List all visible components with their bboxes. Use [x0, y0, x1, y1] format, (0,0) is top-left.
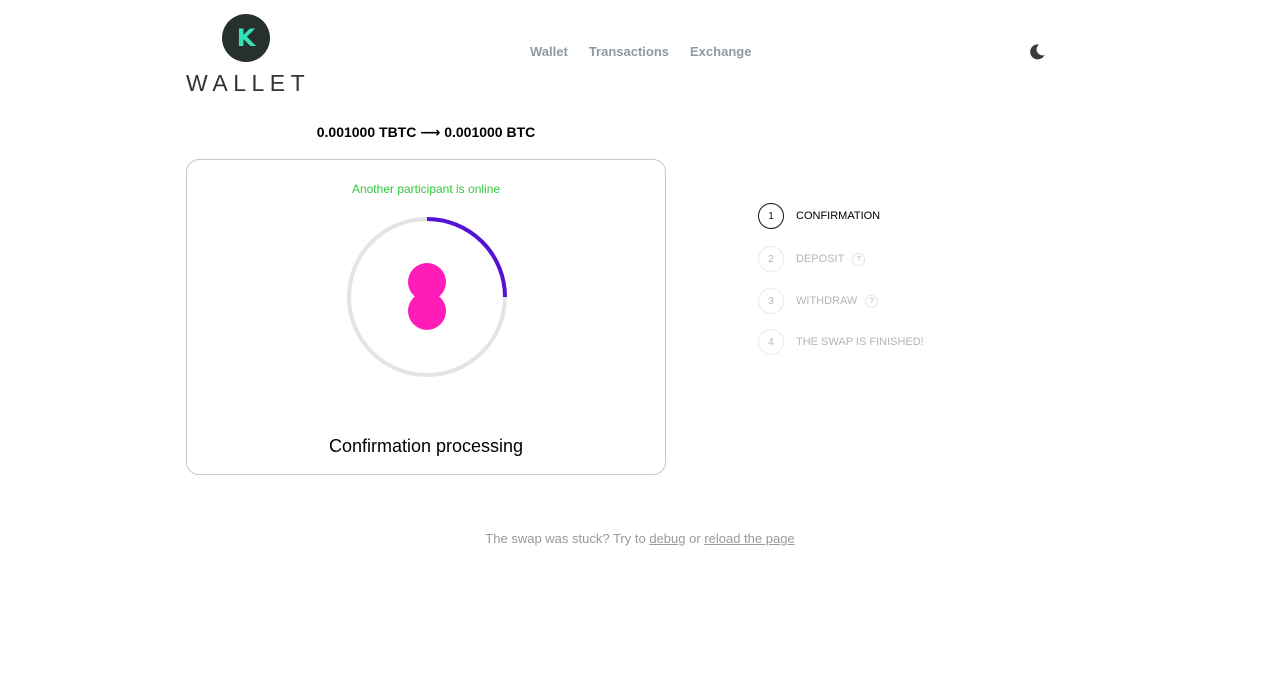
logo[interactable]: K WALLET	[186, 14, 311, 96]
swap-progress-loader	[345, 215, 509, 379]
reload-page-link[interactable]: reload the page	[704, 531, 794, 546]
or-text: or	[689, 531, 701, 546]
question-mark-icon[interactable]: ?	[865, 294, 879, 308]
step-label: CONFIRMATION	[796, 210, 881, 222]
swap-stuck-message: The swap was stuck? Try to debug or relo…	[0, 531, 1280, 546]
step-confirmation: 1 CONFIRMATION	[758, 203, 880, 229]
swap-progress-card: Another participant is online Confirmati…	[186, 159, 666, 475]
nav-link-wallet[interactable]: Wallet	[530, 44, 568, 59]
debug-link[interactable]: debug	[649, 531, 685, 546]
step-label: THE SWAP IS FINISHED!	[796, 336, 924, 348]
step-number: 3	[758, 288, 784, 314]
nav-link-transactions[interactable]: Transactions	[589, 44, 669, 59]
loader-blob-bottom	[408, 292, 446, 330]
logo-mark: K	[222, 14, 270, 62]
moon-icon[interactable]	[1028, 43, 1046, 61]
step-number: 1	[758, 203, 784, 229]
step-withdraw: 3 WITHDRAW ?	[758, 288, 879, 314]
step-swap-finished: 4 THE SWAP IS FINISHED!	[758, 329, 924, 355]
logo-mark-letter: K	[236, 24, 256, 52]
question-mark-icon[interactable]: ?	[852, 252, 866, 266]
step-deposit: 2 DEPOSIT ?	[758, 246, 866, 272]
step-label: WITHDRAW	[796, 295, 858, 307]
main-nav: Wallet Transactions Exchange	[530, 44, 751, 59]
step-number: 2	[758, 246, 784, 272]
swap-amounts-title: 0.001000 TBTC ⟶ 0.001000 BTC	[316, 124, 536, 140]
stuck-text: The swap was stuck? Try to	[485, 531, 646, 546]
step-label: DEPOSIT	[796, 253, 845, 265]
participant-online-status: Another participant is online	[351, 182, 501, 196]
confirmation-processing-text: Confirmation processing	[328, 436, 524, 456]
nav-link-exchange[interactable]: Exchange	[690, 44, 751, 59]
step-number: 4	[758, 329, 784, 355]
logo-wordmark: WALLET	[186, 70, 311, 96]
